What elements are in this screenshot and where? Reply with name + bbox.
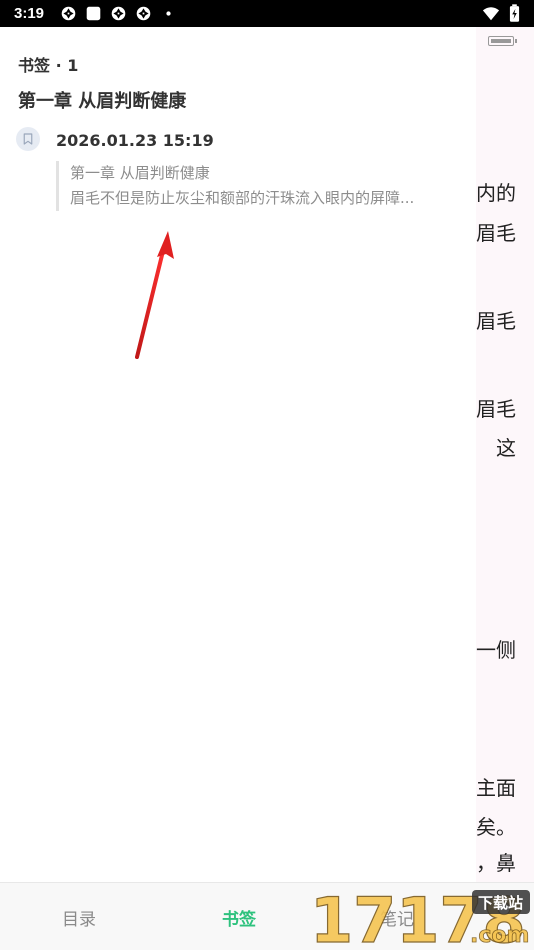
bookmark-quote-title: 第一章 从眉判断健康 <box>70 164 210 182</box>
reader-text-line: 眉毛 <box>476 221 516 245</box>
reader-text-line: 主面 <box>476 776 516 800</box>
tab-contents[interactable]: 目录 <box>62 905 96 930</box>
aperture-icon <box>136 6 151 21</box>
reader-text-line: 眉毛 <box>476 397 516 421</box>
battery-charging-icon <box>509 4 520 22</box>
reader-text-line: 眉毛 <box>476 309 516 333</box>
status-system-icons <box>481 4 520 23</box>
watermark-bottom-text: .com <box>470 923 529 948</box>
bookmark-quote-text: 眉毛不但是防止灰尘和额部的汗珠流入眼内的屏障... <box>70 189 415 207</box>
bookmark-count-header: 书签 · 1 <box>18 56 79 75</box>
reader-text-line: 矣。 <box>476 815 516 839</box>
reader-text-line: 一侧 <box>476 638 516 662</box>
watermark-logo-icon: 17178 下载站 .com <box>310 883 530 950</box>
reader-text-line: ，鼻 <box>476 851 516 875</box>
reader-text-line: 这 <box>496 436 516 460</box>
watermark-top-text: 下载站 <box>478 894 523 912</box>
aperture-icon <box>61 6 76 21</box>
annotation-arrow-icon <box>135 231 174 359</box>
status-time: 3:19 <box>14 5 45 22</box>
status-notification-icons <box>60 5 177 22</box>
wifi-icon <box>482 6 500 20</box>
reader-text-line: 内的 <box>476 181 516 205</box>
bookmark-icon <box>16 127 40 151</box>
bookmark-item[interactable]: 2026.01.23 15:19 第一章 从眉判断健康 眉毛不但是防止灰尘和额部… <box>16 127 466 217</box>
status-bar: 3:19 <box>0 0 534 27</box>
square-icon <box>86 6 101 21</box>
reader-page[interactable]: 内的 眉毛 眉毛 眉毛 这 一侧 主面 矣。 ，鼻 <box>476 27 534 882</box>
bookmark-date: 2026.01.23 15:19 <box>56 131 214 150</box>
dot-icon <box>166 11 171 16</box>
reader-battery-icon <box>488 36 517 46</box>
bookmark-panel: 书签 · 1 第一章 从眉判断健康 2026.01.23 15:19 第一章 从… <box>0 27 476 882</box>
aperture-icon <box>111 6 126 21</box>
tab-bookmarks[interactable]: 书签 <box>222 905 256 930</box>
bookmark-quote: 第一章 从眉判断健康 眉毛不但是防止灰尘和额部的汗珠流入眼内的屏障... <box>56 161 462 211</box>
chapter-title: 第一章 从眉判断健康 <box>18 91 187 112</box>
